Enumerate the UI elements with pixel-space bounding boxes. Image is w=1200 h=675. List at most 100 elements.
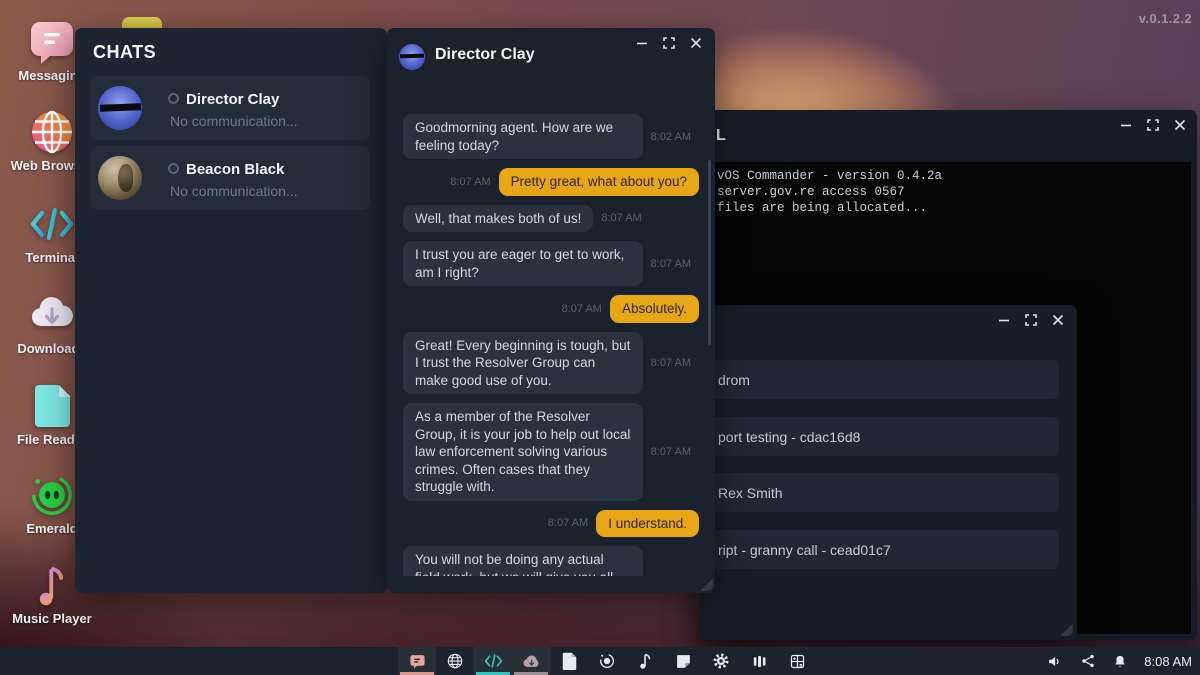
conversation-name: Director Clay: [186, 91, 279, 108]
file-item[interactable]: Rex Smith: [712, 473, 1059, 512]
taskbar-terminal[interactable]: [474, 647, 512, 675]
dm-window: Director Clay Goodmorning agent. How are…: [387, 28, 715, 593]
terminal-line: vOS Commander - version 0.4.2a: [717, 168, 1182, 184]
file-item-label: Rex Smith: [712, 485, 783, 501]
taskbar-emerald[interactable]: [588, 647, 626, 675]
taskbar-settings[interactable]: [702, 647, 740, 675]
file-item-label: drom: [712, 372, 750, 388]
conversation-name: Beacon Black: [186, 161, 284, 178]
scrollbar-thumb[interactable]: [708, 160, 711, 345]
terminal-line: server.gov.re access 0567: [717, 184, 1182, 200]
message-row: 8:07 AM I understand.: [403, 510, 699, 538]
taskbar-web-browser[interactable]: [436, 647, 474, 675]
file-item-label: ript - granny call - cead01c7: [712, 542, 891, 558]
file-item[interactable]: ript - granny call - cead01c7: [712, 530, 1059, 569]
message-time: 8:02 AM: [651, 131, 691, 143]
taskbar-downloads[interactable]: [512, 647, 550, 675]
dm-title: Director Clay: [435, 46, 535, 64]
taskbar-panels[interactable]: [740, 647, 778, 675]
message-row: 8:07 AMAbsolutely.: [403, 295, 699, 323]
message-row: Goodmorning agent. How are we feeling to…: [403, 114, 699, 159]
panels-icon: [751, 653, 768, 670]
message-list: Goodmorning agent. How are we feeling to…: [403, 108, 699, 576]
globe-icon: [29, 110, 75, 154]
message-bubble: I understand.: [596, 510, 699, 538]
messaging-icon: [29, 20, 75, 64]
code-icon: [484, 653, 503, 669]
message-time: 8:07 AM: [651, 258, 691, 270]
music-note-icon: [29, 563, 75, 607]
code-icon: [29, 202, 75, 246]
terminal-line: files are being allocated...: [717, 200, 1182, 216]
file-item[interactable]: port testing - cdac16d8: [712, 417, 1059, 456]
music-note-icon: [638, 652, 652, 670]
gear-icon: [712, 652, 730, 670]
message-time: 8:07 AM: [548, 517, 588, 529]
maximize-icon[interactable]: [662, 36, 676, 50]
close-icon[interactable]: [689, 36, 703, 50]
dm-titlebar[interactable]: Director Clay: [387, 28, 715, 80]
avatar: [399, 44, 425, 70]
message-time: 8:07 AM: [562, 303, 602, 315]
desktop-icon-label: Music Player: [12, 611, 92, 626]
status-ring-icon: [168, 163, 179, 174]
message-time: 8:07 AM: [450, 176, 490, 188]
volume-icon[interactable]: [1047, 653, 1064, 670]
close-icon[interactable]: [1051, 313, 1065, 327]
message-row: Great! Every beginning is tough, but I t…: [403, 332, 699, 395]
emerald-icon: [29, 473, 75, 517]
chat-bubble-icon: [409, 653, 426, 670]
taskbar-apps: [398, 647, 816, 675]
share-icon[interactable]: [1080, 653, 1096, 669]
message-row: You will not be doing any actual field w…: [403, 546, 699, 576]
status-ring-icon: [168, 93, 179, 104]
cloud-download-icon: [29, 293, 75, 337]
taskbar-file-reader[interactable]: [550, 647, 588, 675]
maximize-icon[interactable]: [1024, 313, 1038, 327]
close-icon[interactable]: [1173, 118, 1187, 132]
message-bubble: Pretty great, what about you?: [499, 168, 699, 196]
minimize-icon[interactable]: [1119, 118, 1133, 132]
message-bubble: Goodmorning agent. How are we feeling to…: [403, 114, 643, 159]
desktop-icon-label: Emerald: [26, 521, 77, 536]
taskbar-calculator[interactable]: [778, 647, 816, 675]
message-row: Well, that makes both of us! 8:07 AM: [403, 205, 699, 233]
conversation-preview: No communication...: [170, 183, 298, 199]
globe-icon: [446, 652, 464, 670]
resize-handle[interactable]: [1059, 622, 1073, 636]
message-time: 8:07 AM: [651, 446, 691, 458]
bell-icon[interactable]: [1112, 653, 1128, 670]
taskbar-music-player[interactable]: [626, 647, 664, 675]
maximize-icon[interactable]: [1146, 118, 1160, 132]
calculator-icon: [789, 653, 806, 670]
message-time: 8:07 AM: [601, 212, 641, 224]
message-row: As a member of the Resolver Group, it is…: [403, 403, 699, 501]
message-bubble: I trust you are eager to get to work, am…: [403, 241, 643, 286]
avatar: [98, 86, 142, 130]
desktop-icon-label: Terminal: [25, 250, 78, 265]
message-bubble: You will not be doing any actual field w…: [403, 546, 643, 576]
minimize-icon[interactable]: [635, 36, 649, 50]
taskbar: 8:08 AM: [0, 647, 1200, 675]
file-item[interactable]: drom: [712, 360, 1059, 399]
minimize-icon[interactable]: [997, 313, 1011, 327]
chats-window: CHATS Director Clay No communication... …: [75, 28, 387, 593]
conversation-item[interactable]: Director Clay No communication...: [90, 76, 370, 140]
chats-title: CHATS: [93, 42, 156, 63]
file-item-label: port testing - cdac16d8: [712, 429, 860, 445]
message-row: I trust you are eager to get to work, am…: [403, 241, 699, 286]
message-bubble: Well, that makes both of us!: [403, 205, 593, 233]
conversation-item[interactable]: Beacon Black No communication...: [90, 146, 370, 210]
taskbar-notes[interactable]: [664, 647, 702, 675]
clock: 8:08 AM: [1144, 654, 1192, 669]
message-row: 8:07 AM Pretty great, what about you?: [403, 168, 699, 196]
files-window: drom port testing - cdac16d8 Rex Smith r…: [700, 305, 1077, 640]
terminal-window-title: L: [716, 127, 726, 145]
message-time: 8:07 AM: [651, 357, 691, 369]
conversation-preview: No communication...: [170, 113, 298, 129]
taskbar-tray: 8:08 AM: [1047, 647, 1192, 675]
resize-handle[interactable]: [699, 577, 713, 591]
taskbar-messaging[interactable]: [398, 647, 436, 675]
message-bubble: Great! Every beginning is tough, but I t…: [403, 332, 643, 395]
document-icon: [29, 384, 75, 428]
